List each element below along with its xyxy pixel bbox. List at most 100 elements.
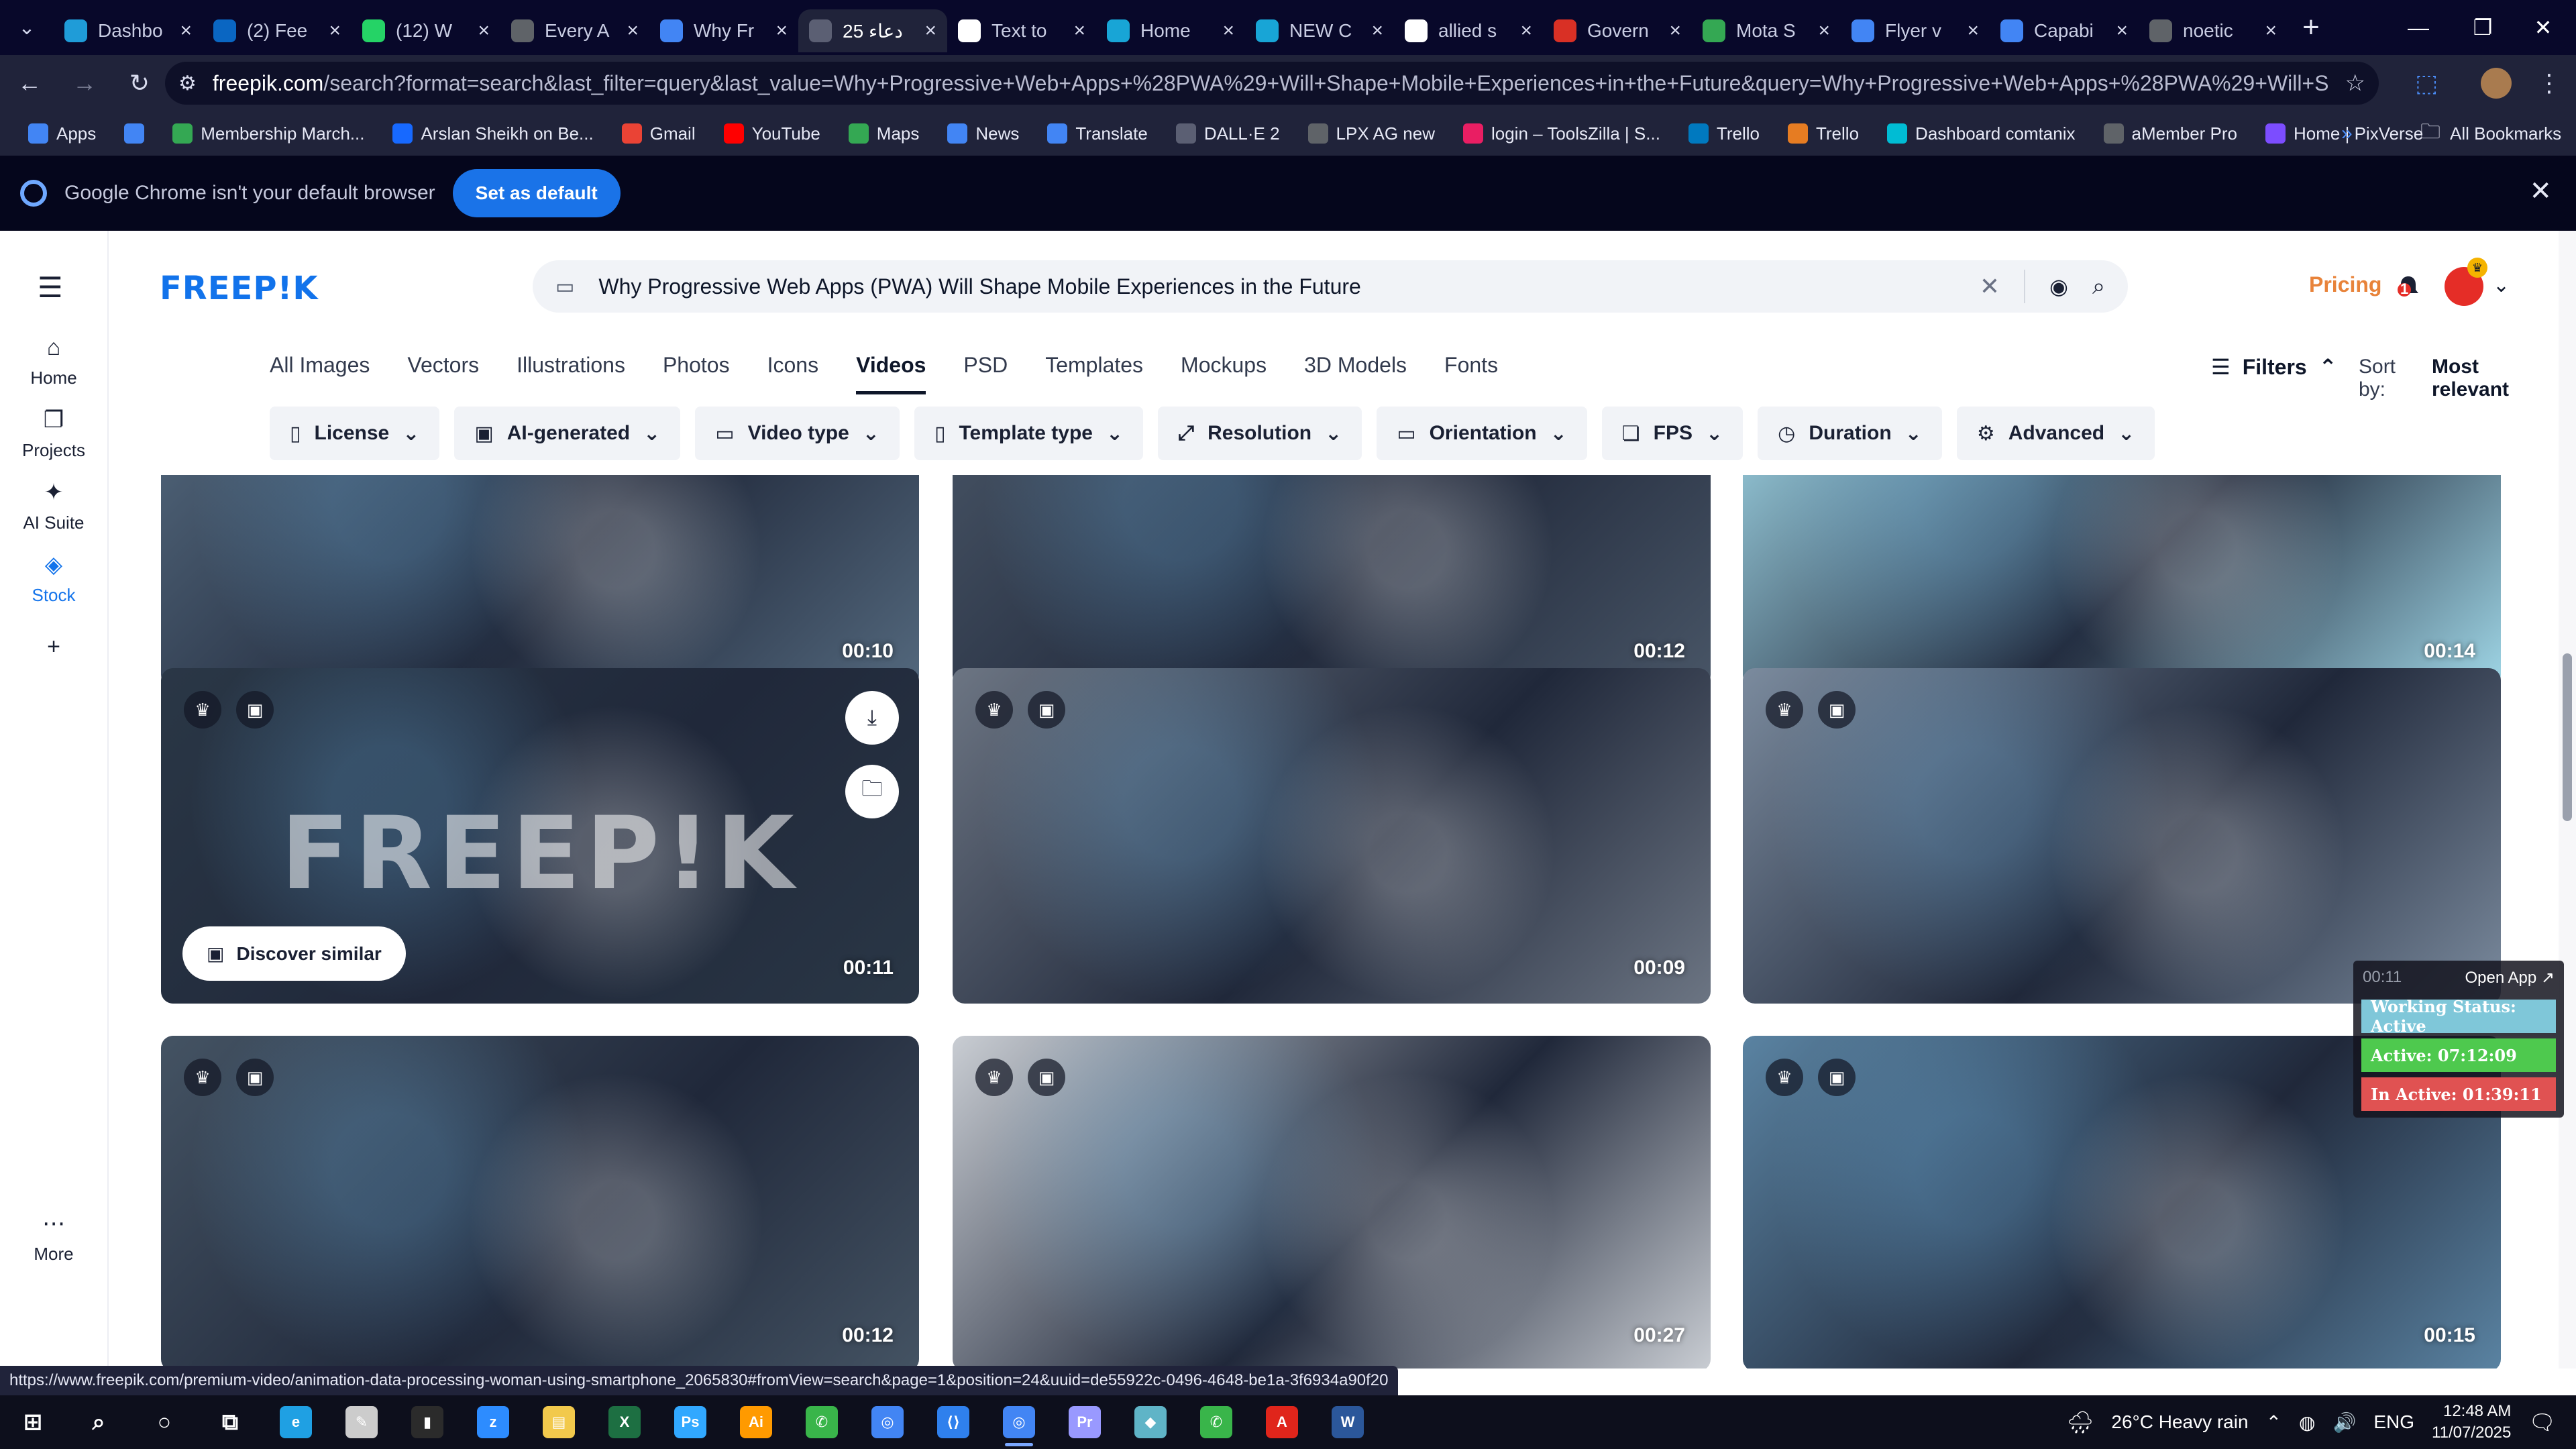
reload-button[interactable]: ↻	[110, 55, 169, 111]
category-tab[interactable]: Photos	[663, 353, 730, 394]
bookmark-item[interactable]	[115, 116, 154, 151]
sort-dropdown[interactable]: Sort by: Most relevant ⌄	[2359, 356, 2576, 401]
download-icon[interactable]: ⤓	[845, 691, 899, 745]
rail-item-home[interactable]: ⌂ Home	[0, 334, 107, 388]
video-result-card[interactable]: ♛ ▣ 00:12	[161, 1036, 919, 1368]
taskbar-app[interactable]: e	[263, 1395, 329, 1449]
bookmark-item[interactable]: News	[938, 116, 1028, 151]
category-tab[interactable]: 3D Models	[1304, 353, 1407, 394]
close-tab-icon[interactable]: ×	[1967, 19, 1979, 42]
category-tab[interactable]: Videos	[856, 353, 926, 394]
tab-search-chevron-icon[interactable]: ⌄	[0, 0, 54, 55]
weather-text[interactable]: 26°C Heavy rain	[2111, 1411, 2248, 1433]
site-info-icon[interactable]: ⚙	[178, 72, 197, 95]
search-input[interactable]: Why Progressive Web Apps (PWA) Will Shap…	[598, 274, 1955, 299]
category-tab[interactable]: Templates	[1045, 353, 1143, 394]
bookmark-item[interactable]: Translate	[1038, 116, 1157, 151]
browser-tab[interactable]: NEW C ×	[1245, 9, 1394, 52]
taskbar-app[interactable]: A	[1249, 1395, 1315, 1449]
freepik-logo[interactable]: FREEP!K	[160, 270, 319, 307]
browser-tab[interactable]: 25 دعاء ×	[798, 9, 947, 52]
filter-chip[interactable]: ▭ Video type ⌄	[695, 407, 900, 460]
close-tab-icon[interactable]: ×	[2116, 19, 2128, 42]
bookmark-item[interactable]: YouTube	[714, 116, 830, 151]
notifications-bell-icon[interactable]: 1	[2394, 272, 2423, 302]
taskbar-app[interactable]: ◎	[855, 1395, 920, 1449]
video-result-card[interactable]: 00:10	[161, 475, 919, 687]
save-to-folder-icon[interactable]: 🗀	[845, 765, 899, 818]
category-tab[interactable]: PSD	[963, 353, 1008, 394]
discover-similar-button[interactable]: ▣ Discover similar	[182, 926, 406, 981]
notification-center-icon[interactable]: 🗨	[2528, 1409, 2556, 1435]
language-indicator[interactable]: ENG	[2373, 1411, 2414, 1433]
filter-chip[interactable]: ◷ Duration ⌄	[1758, 407, 1942, 460]
close-tab-icon[interactable]: ×	[1520, 19, 1532, 42]
rail-item-more[interactable]: ⋯ More	[0, 1210, 107, 1265]
bookmark-item[interactable]: Gmail	[612, 116, 705, 151]
taskbar-app[interactable]: ▤	[526, 1395, 592, 1449]
bookmark-item[interactable]: Trello	[1778, 116, 1868, 151]
browser-tab[interactable]: allied s ×	[1394, 9, 1543, 52]
bookmark-item[interactable]: Dashboard comtanix	[1878, 116, 2084, 151]
bookmark-item[interactable]: LPX AG new	[1299, 116, 1444, 151]
bookmark-item[interactable]: login – ToolsZilla | S...	[1454, 116, 1670, 151]
filter-chip[interactable]: ⤢ Resolution ⌄	[1158, 407, 1362, 460]
filter-chip[interactable]: ⚙ Advanced ⌄	[1956, 407, 2155, 460]
set-as-default-button[interactable]: Set as default	[452, 169, 621, 217]
category-tab[interactable]: All Images	[270, 353, 370, 394]
video-result-card[interactable]: 00:12	[953, 475, 1711, 687]
close-tab-icon[interactable]: ×	[1222, 19, 1234, 42]
taskbar-app[interactable]: Ai	[723, 1395, 789, 1449]
forward-button[interactable]: →	[55, 55, 114, 111]
filters-toggle-button[interactable]: ☰ Filters ⌃	[2211, 354, 2337, 380]
extensions-icon[interactable]: ⬚	[2396, 55, 2457, 111]
account-chevron-down-icon[interactable]: ⌄	[2493, 274, 2510, 297]
rail-item-ai-suite[interactable]: ✦ AI Suite	[0, 479, 107, 533]
search-icon[interactable]: ⌕	[2092, 274, 2105, 300]
browser-tab[interactable]: noetic ×	[2139, 9, 2288, 52]
volume-icon[interactable]: 🔊	[2332, 1411, 2356, 1434]
filter-chip[interactable]: ▣ AI-generated ⌄	[454, 407, 681, 460]
browser-tab[interactable]: Flyer v ×	[1841, 9, 1990, 52]
taskbar-app[interactable]: ✆	[789, 1395, 855, 1449]
taskbar-app[interactable]: Ps	[657, 1395, 723, 1449]
minimize-window-button[interactable]: —	[2381, 0, 2455, 55]
close-tab-icon[interactable]: ×	[2265, 19, 2277, 42]
close-tab-icon[interactable]: ×	[478, 19, 490, 42]
close-tab-icon[interactable]: ×	[627, 19, 639, 42]
tray-overflow-icon[interactable]: ⌃	[2266, 1411, 2282, 1434]
close-tab-icon[interactable]: ×	[1818, 19, 1830, 42]
filter-chip[interactable]: ❏ FPS ⌄	[1601, 407, 1743, 460]
close-tab-icon[interactable]: ×	[1371, 19, 1383, 42]
filter-chip[interactable]: ▭ Orientation ⌄	[1377, 407, 1587, 460]
taskbar-app[interactable]: ⟨⟩	[920, 1395, 986, 1449]
taskbar-app[interactable]: ⊞	[0, 1395, 66, 1449]
browser-tab[interactable]: Dashbo ×	[54, 9, 203, 52]
taskbar-app[interactable]: ✆	[1183, 1395, 1249, 1449]
browser-tab[interactable]: Why Fr ×	[649, 9, 798, 52]
taskbar-app[interactable]: Pr	[1052, 1395, 1118, 1449]
bookmark-item[interactable]: Arslan Sheikh on Be...	[383, 116, 602, 151]
browser-tab[interactable]: Mota S ×	[1692, 9, 1841, 52]
filter-chip[interactable]: ▯ Template type ⌄	[914, 407, 1144, 460]
taskbar-app[interactable]: W	[1315, 1395, 1381, 1449]
category-tab[interactable]: Illustrations	[517, 353, 625, 394]
taskbar-app[interactable]: ⧉	[197, 1395, 263, 1449]
category-tab[interactable]: Mockups	[1181, 353, 1267, 394]
taskbar-app[interactable]: X	[592, 1395, 657, 1449]
taskbar-app[interactable]: ⌕	[66, 1395, 131, 1449]
taskbar-app[interactable]: ◆	[1118, 1395, 1183, 1449]
video-result-card[interactable]: ♛ ▣ 00:27	[953, 1036, 1711, 1368]
bookmark-item[interactable]: DALL·E 2	[1167, 116, 1289, 151]
browser-tab[interactable]: Home ×	[1096, 9, 1245, 52]
clear-search-icon[interactable]: ✕	[1980, 272, 2000, 301]
url-text[interactable]: freepik.com/search?format=search&last_fi…	[213, 71, 2329, 96]
video-result-card[interactable]: ♛ ▣	[1743, 668, 2501, 1004]
scrollbar-thumb[interactable]	[2563, 653, 2572, 821]
all-bookmarks-button[interactable]: 🗀 All Bookmarks	[2420, 111, 2561, 156]
taskbar-app[interactable]: ✎	[329, 1395, 394, 1449]
rail-item-add[interactable]: +	[0, 633, 107, 660]
taskbar-app[interactable]: ○	[131, 1395, 197, 1449]
category-tab[interactable]: Vectors	[407, 353, 479, 394]
bookmark-item[interactable]: aMember Pro	[2094, 116, 2247, 151]
